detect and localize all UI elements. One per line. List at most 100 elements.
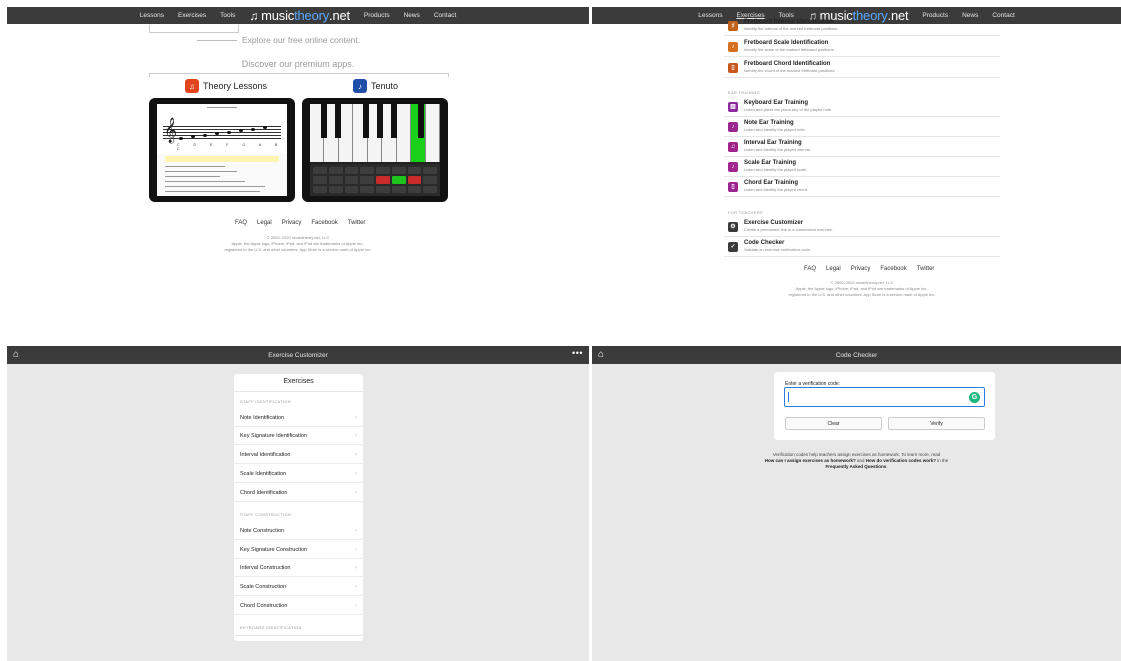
nav-contact[interactable]: Contact <box>434 12 456 19</box>
faq-link-homework[interactable]: How can I assign exercises as homework? <box>765 458 856 463</box>
footer-privacy[interactable]: Privacy <box>282 220 302 226</box>
footer-privacy[interactable]: Privacy <box>851 266 871 272</box>
pad-cell <box>423 176 437 184</box>
item-desc: Create a permanent link to a customized … <box>744 227 833 232</box>
faq-link-codes[interactable]: How do verification codes work? <box>866 458 936 463</box>
gear-icon: ⚙ <box>728 221 738 232</box>
note <box>203 134 207 137</box>
footer-copyright: © 2000–2020 musictheory.net, LLC Apple, … <box>722 280 1002 298</box>
list-item-exercise-customizer[interactable]: ⚙ Exercise Customizer Create a permanent … <box>724 217 1000 237</box>
row-label: Note Construction <box>240 527 285 534</box>
piano-keyboard <box>310 104 440 162</box>
row-chord-identification[interactable]: Chord Identification › <box>234 484 363 502</box>
answer-pad <box>310 164 440 196</box>
footer-copyright: © 2000–2020 musictheory.net, LLC Apple, … <box>157 235 439 253</box>
item-desc: Listen and identify the played interval. <box>744 147 811 152</box>
nav-lessons[interactable]: Lessons <box>140 12 164 19</box>
text-line <box>165 176 220 177</box>
list-item-code-checker[interactable]: ✓ Code Checker Validate an exercise verif… <box>724 237 1000 257</box>
lesson-title-line <box>207 107 237 108</box>
pad-cell <box>391 185 406 193</box>
theory-lessons-screenshot[interactable]: 𝄞 C D E F G A B C <box>149 98 295 202</box>
chevron-right-icon: › <box>355 489 357 496</box>
clear-button[interactable]: Clear <box>785 417 882 430</box>
list-item-note-ear[interactable]: ♪ Note Ear Training Listen and identify t… <box>724 117 1000 137</box>
staff-line <box>163 129 281 130</box>
verify-button[interactable]: Verify <box>888 417 985 430</box>
footer-legal[interactable]: Legal <box>826 266 841 272</box>
tenuto-label: Tenuto <box>371 81 399 91</box>
pad-cell-correct <box>391 176 406 184</box>
note <box>227 131 231 134</box>
nav-news[interactable]: News <box>404 12 420 19</box>
footer-faq[interactable]: FAQ <box>804 266 816 272</box>
black-key <box>321 104 327 138</box>
chevron-right-icon: › <box>355 602 357 609</box>
row-chord-construction[interactable]: Chord Construction › <box>234 597 363 615</box>
row-scale-construction[interactable]: Scale Construction › <box>234 578 363 596</box>
row-interval-construction[interactable]: Interval Construction › <box>234 559 363 577</box>
tenuto-app-icon: ♪ <box>353 79 367 93</box>
divider <box>197 40 237 41</box>
chevron-right-icon: › <box>355 583 357 590</box>
list-item-interval-ear[interactable]: ♫ Interval Ear Training Listen and identi… <box>724 137 1000 157</box>
home-icon[interactable]: ⌂ <box>598 349 604 360</box>
list-item-chord-ear[interactable]: ▯ Chord Ear Training Listen and identify … <box>724 177 1000 197</box>
pad-cell <box>360 176 374 184</box>
list-item-scale-ear[interactable]: ♪ Scale Ear Training Listen and identify … <box>724 157 1000 177</box>
item-desc: Identify the chord of the marked fretboa… <box>744 68 836 73</box>
footer-twitter[interactable]: Twitter <box>348 220 366 226</box>
tenuto-screenshot[interactable] <box>302 98 448 202</box>
list-item-fretboard-chord[interactable]: ▯ Fretboard Chord Identification Identify… <box>724 58 1000 78</box>
list-item-fretboard-scale[interactable]: ♪ Fretboard Scale Identification Identify… <box>724 37 1000 57</box>
item-desc: Validate an exercise verification code. <box>744 247 811 252</box>
explore-text[interactable]: Explore our free online content. <box>242 35 360 45</box>
treble-clef-icon: 𝄞 <box>164 117 178 142</box>
text-caret <box>788 392 789 402</box>
code-checker-card: Enter a verification code: G Clear Verif… <box>774 372 995 440</box>
footer-faq[interactable]: FAQ <box>235 220 247 226</box>
item-desc: Listen and identify the played scale. <box>744 167 808 172</box>
footer-links: FAQ Legal Privacy Facebook Twitter <box>804 266 934 272</box>
theory-lessons-title[interactable]: ♫ Theory Lessons <box>185 79 267 93</box>
row-note-identification[interactable]: Note Identification › <box>234 409 363 427</box>
verification-code-input[interactable]: G <box>784 387 985 407</box>
tenuto-screen <box>310 104 440 196</box>
row-key-signature-construction[interactable]: Key Signature Construction › <box>234 541 363 559</box>
row-label: Note Identification <box>240 414 285 421</box>
tenuto-title[interactable]: ♪ Tenuto <box>353 79 398 93</box>
item-title: Scale Ear Training <box>744 160 797 166</box>
homepage-panel: Lessons Exercises Tools ♫ music theory .ne… <box>7 7 589 277</box>
nav-tools[interactable]: Tools <box>220 12 235 19</box>
more-options-icon[interactable]: ••• <box>572 348 583 358</box>
row-scale-identification[interactable]: Scale Identification › <box>234 465 363 483</box>
item-title: Fretboard Scale Identification <box>744 40 829 46</box>
verification-info: Verification codes help teachers assign … <box>592 452 1121 470</box>
nav-lessons[interactable]: Lessons <box>698 12 722 19</box>
footer-facebook[interactable]: Facebook <box>311 220 337 226</box>
footer-twitter[interactable]: Twitter <box>917 266 935 272</box>
nav-exercises[interactable]: Exercises <box>178 12 206 19</box>
footer-facebook[interactable]: Facebook <box>880 266 906 272</box>
logo-text-theory: theory <box>294 8 330 23</box>
pad-cell <box>313 176 327 184</box>
row-interval-identification[interactable]: Interval Identification › <box>234 446 363 464</box>
text-line <box>165 171 237 172</box>
apps-bracket <box>149 73 449 77</box>
grammarly-icon[interactable]: G <box>969 392 980 403</box>
exercise-list: ♯ Fretboard Interval Identification Ident… <box>724 19 1000 264</box>
row-label: Interval Identification <box>240 451 291 458</box>
row-key-signature-identification[interactable]: Key Signature Identification › <box>234 427 363 445</box>
footer-legal[interactable]: Legal <box>257 220 272 226</box>
list-item-keyboard-ear[interactable]: ▥ Keyboard Ear Training Listen and press … <box>724 97 1000 117</box>
list-item-fretboard-interval[interactable]: ♯ Fretboard Interval Identification Ident… <box>724 16 1000 36</box>
row-note-construction[interactable]: Note Construction › <box>234 522 363 540</box>
trademark-line: registered in the U.S. and other countri… <box>224 247 372 252</box>
text-line <box>165 166 225 167</box>
pad-cell <box>391 167 406 175</box>
faq-link[interactable]: Frequently Asked Questions <box>825 464 886 469</box>
home-icon[interactable]: ⌂ <box>13 349 19 360</box>
nav-products[interactable]: Products <box>364 12 390 19</box>
card-title: Exercises <box>283 378 314 385</box>
site-logo[interactable]: ♫ music theory .net <box>249 8 350 23</box>
